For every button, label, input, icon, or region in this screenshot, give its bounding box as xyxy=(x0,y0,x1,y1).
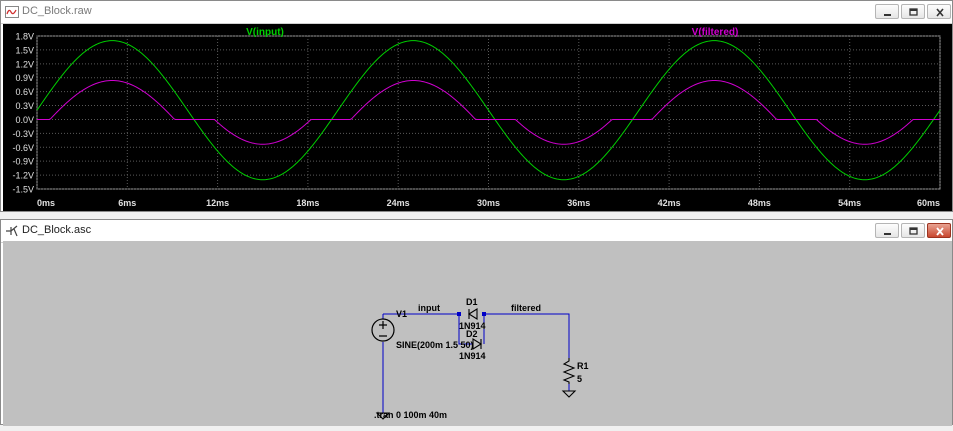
plot-frame xyxy=(36,35,941,190)
restore-icon xyxy=(909,8,918,16)
resistor-ref-label[interactable]: R1 xyxy=(577,361,589,371)
trace-label-filtered[interactable]: V(filtered) xyxy=(692,27,739,38)
restore-button[interactable] xyxy=(901,4,925,19)
close-icon xyxy=(936,8,944,17)
minimize-button[interactable] xyxy=(875,223,899,238)
y-tick-label: -1.2V xyxy=(12,171,34,181)
source-value-label[interactable]: SINE(200m 1.5 50) xyxy=(396,340,474,350)
x-tick-label: 60ms xyxy=(917,198,940,208)
x-tick-label: 30ms xyxy=(477,198,500,208)
schematic-window-title: DC_Block.asc xyxy=(22,224,92,236)
diode1-ref-label[interactable]: D1 xyxy=(466,297,478,307)
waveform-viewer-window[interactable]: DC_Block.raw 1.8V 1.5V 1.2V 0.9V 0.6V 0.3V 0.0… xyxy=(0,0,953,212)
x-tick-label: 12ms xyxy=(206,198,229,208)
x-tick-label: 54ms xyxy=(838,198,861,208)
close-button[interactable] xyxy=(927,4,951,19)
close-button[interactable] xyxy=(927,223,951,238)
y-tick-label: 1.2V xyxy=(15,59,34,69)
y-tick-label: 0.3V xyxy=(15,101,34,111)
plot-window-title: DC_Block.raw xyxy=(22,5,92,17)
y-tick-label: 1.5V xyxy=(15,45,34,55)
resistor-r1[interactable] xyxy=(562,358,576,384)
x-tick-label: 6ms xyxy=(118,198,136,208)
diode2-ref-label[interactable]: D2 xyxy=(466,329,478,339)
x-tick-label: 42ms xyxy=(658,198,681,208)
x-tick-label: 36ms xyxy=(567,198,590,208)
y-tick-label: 0.0V xyxy=(15,115,34,125)
x-tick-label: 24ms xyxy=(387,198,410,208)
y-tick-label: -0.9V xyxy=(12,157,34,167)
schematic-icon xyxy=(6,225,18,237)
schematic-editor-window[interactable]: DC_Block.asc V1 SINE(200m 1.5 50) input … xyxy=(0,219,953,426)
close-icon xyxy=(936,227,944,236)
series-line-input xyxy=(36,40,941,181)
waveform-plot[interactable]: 1.8V 1.5V 1.2V 0.9V 0.6V 0.3V 0.0V -0.3V -0.6V -0… xyxy=(3,24,952,211)
voltage-source-v1[interactable] xyxy=(371,318,395,342)
restore-icon xyxy=(909,227,918,235)
y-tick-label: 0.9V xyxy=(15,73,34,83)
ground-symbol[interactable] xyxy=(561,390,577,398)
minimize-icon xyxy=(884,233,891,235)
spice-directive[interactable]: .tran 0 100m 40m xyxy=(374,410,447,420)
schematic-titlebar[interactable]: DC_Block.asc xyxy=(1,220,952,243)
junction-dot xyxy=(482,312,486,316)
waveform-icon xyxy=(5,6,19,18)
trace-label-input[interactable]: V(input) xyxy=(246,27,284,38)
y-tick-label: -0.3V xyxy=(12,129,34,139)
junction-dot xyxy=(457,312,461,316)
net-label-filtered[interactable]: filtered xyxy=(511,303,541,313)
schematic-canvas[interactable]: V1 SINE(200m 1.5 50) input filtered D1 1… xyxy=(3,241,952,426)
y-tick-label: -1.5V xyxy=(12,185,34,195)
x-tick-label: 18ms xyxy=(296,198,319,208)
plot-titlebar[interactable]: DC_Block.raw xyxy=(1,1,952,24)
source-ref-label[interactable]: V1 xyxy=(396,309,407,319)
minimize-icon xyxy=(884,14,891,16)
resistor-value-label[interactable]: 5 xyxy=(577,374,582,384)
diode-d1[interactable] xyxy=(467,308,478,320)
minimize-button[interactable] xyxy=(875,4,899,19)
net-label-input[interactable]: input xyxy=(418,303,440,313)
x-tick-label: 48ms xyxy=(748,198,771,208)
restore-button[interactable] xyxy=(901,223,925,238)
y-tick-label: -0.6V xyxy=(12,143,34,153)
y-tick-label: 0.6V xyxy=(15,87,34,97)
diode-d2[interactable] xyxy=(472,338,483,350)
schematic-drawing: V1 SINE(200m 1.5 50) input filtered D1 1… xyxy=(371,297,589,420)
x-tick-label: 0ms xyxy=(37,198,55,208)
wire-filtered xyxy=(484,313,570,358)
y-tick-label: 1.8V xyxy=(15,32,34,42)
diode2-model-label[interactable]: 1N914 xyxy=(459,351,486,361)
waveform-chart: 1.8V 1.5V 1.2V 0.9V 0.6V 0.3V 0.0V -0.3V -0.6V -0… xyxy=(12,27,941,208)
